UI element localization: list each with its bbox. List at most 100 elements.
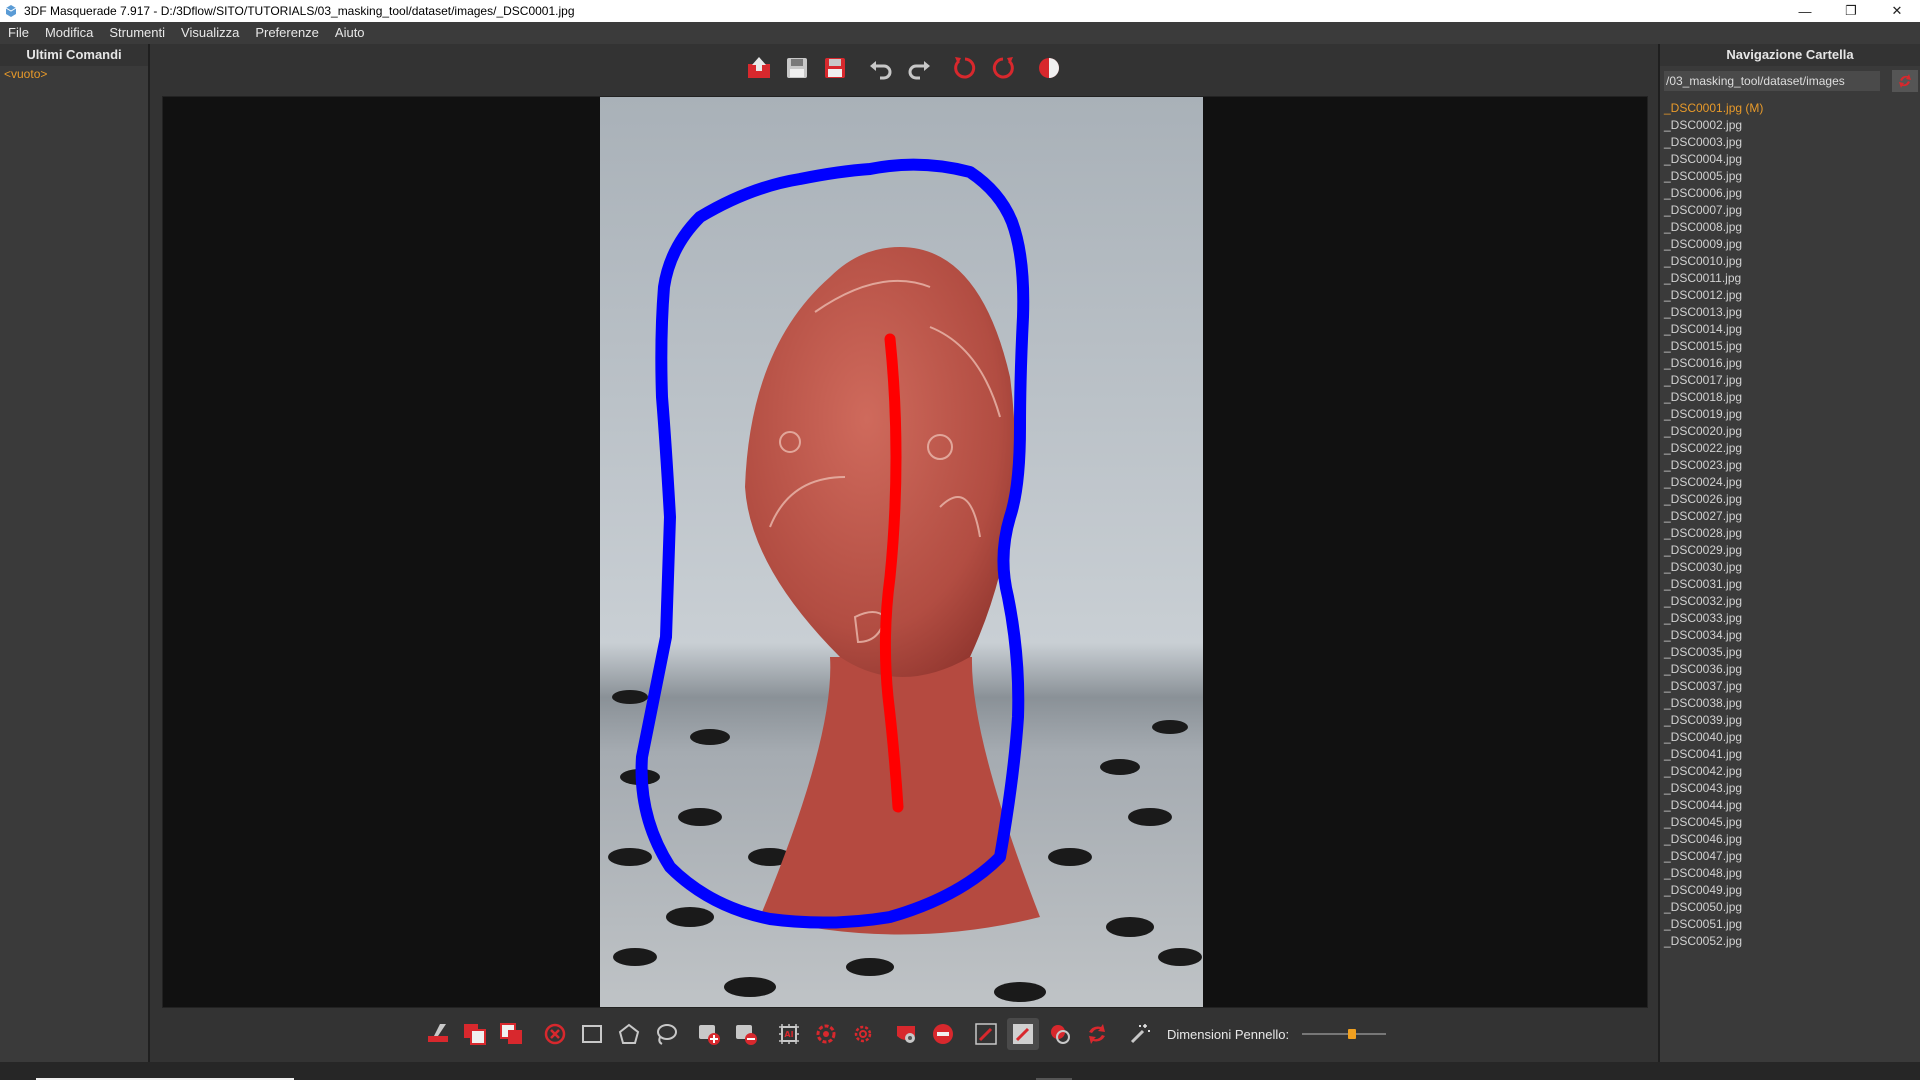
- masked-photo[interactable]: [600, 97, 1203, 1007]
- refresh-icon[interactable]: [1081, 1018, 1113, 1050]
- photo-canvas[interactable]: [600, 97, 1203, 1007]
- remove-stroke-icon[interactable]: [927, 1018, 959, 1050]
- file-list-item[interactable]: _DSC0020.jpg: [1664, 423, 1920, 440]
- file-list-item[interactable]: _DSC0034.jpg: [1664, 627, 1920, 644]
- rotate-right-icon[interactable]: [987, 52, 1019, 84]
- menu-modifica[interactable]: Modifica: [37, 22, 101, 44]
- file-list-item[interactable]: _DSC0046.jpg: [1664, 831, 1920, 848]
- file-list-item[interactable]: _DSC0040.jpg: [1664, 729, 1920, 746]
- contrast-icon[interactable]: [1033, 52, 1065, 84]
- file-list-item[interactable]: _DSC0018.jpg: [1664, 389, 1920, 406]
- bottom-toolbar: AI Dimensioni Pennello:: [150, 1012, 1658, 1056]
- magic-wand-icon[interactable]: [1124, 1018, 1156, 1050]
- add-region-icon[interactable]: [693, 1018, 725, 1050]
- file-list-item[interactable]: _DSC0023.jpg: [1664, 457, 1920, 474]
- lasso-icon[interactable]: [650, 1018, 682, 1050]
- file-list-item[interactable]: _DSC0039.jpg: [1664, 712, 1920, 729]
- file-list-item[interactable]: _DSC0038.jpg: [1664, 695, 1920, 712]
- redo-icon[interactable]: [903, 52, 935, 84]
- folder-path-field[interactable]: /03_masking_tool/dataset/images: [1664, 71, 1880, 91]
- file-list-item[interactable]: _DSC0008.jpg: [1664, 219, 1920, 236]
- file-list-item[interactable]: _DSC0004.jpg: [1664, 151, 1920, 168]
- recent-commands-empty: <vuoto>: [4, 67, 48, 81]
- file-list-item[interactable]: _DSC0009.jpg: [1664, 236, 1920, 253]
- file-list-item[interactable]: _DSC0030.jpg: [1664, 559, 1920, 576]
- file-list-item[interactable]: _DSC0011.jpg: [1664, 270, 1920, 287]
- rectangle-icon[interactable]: [576, 1018, 608, 1050]
- file-list-item[interactable]: _DSC0045.jpg: [1664, 814, 1920, 831]
- folder-navigation-panel: Navigazione Cartella /03_masking_tool/da…: [1658, 44, 1920, 1062]
- file-list-item[interactable]: _DSC0006.jpg: [1664, 185, 1920, 202]
- file-list-item[interactable]: _DSC0036.jpg: [1664, 661, 1920, 678]
- file-list-item[interactable]: _DSC0037.jpg: [1664, 678, 1920, 695]
- undo-icon[interactable]: [865, 52, 897, 84]
- file-list-item[interactable]: _DSC0016.jpg: [1664, 355, 1920, 372]
- file-list-item[interactable]: _DSC0042.jpg: [1664, 763, 1920, 780]
- file-list-item[interactable]: _DSC0007.jpg: [1664, 202, 1920, 219]
- file-list-item[interactable]: _DSC0047.jpg: [1664, 848, 1920, 865]
- brush-icon[interactable]: [970, 1018, 1002, 1050]
- file-list-item[interactable]: _DSC0044.jpg: [1664, 797, 1920, 814]
- close-icon[interactable]: ✕: [1874, 0, 1920, 22]
- file-list-item[interactable]: _DSC0012.jpg: [1664, 287, 1920, 304]
- menu-file[interactable]: File: [0, 22, 37, 44]
- file-list-item[interactable]: _DSC0031.jpg: [1664, 576, 1920, 593]
- remove-region-icon[interactable]: [730, 1018, 762, 1050]
- file-list-item[interactable]: _DSC0032.jpg: [1664, 593, 1920, 610]
- menu-aiuto[interactable]: Aiuto: [327, 22, 373, 44]
- file-list-item[interactable]: _DSC0017.jpg: [1664, 372, 1920, 389]
- file-list-item[interactable]: _DSC0014.jpg: [1664, 321, 1920, 338]
- subtract-mask-icon[interactable]: [496, 1018, 528, 1050]
- file-list-item[interactable]: _DSC0028.jpg: [1664, 525, 1920, 542]
- slider-thumb[interactable]: [1348, 1029, 1357, 1039]
- brush-active-icon[interactable]: [1006, 1018, 1039, 1050]
- file-list-item[interactable]: _DSC0013.jpg: [1664, 304, 1920, 321]
- menu-strumenti[interactable]: Strumenti: [101, 22, 173, 44]
- file-list-item[interactable]: _DSC0019.jpg: [1664, 406, 1920, 423]
- image-viewport[interactable]: [162, 96, 1648, 1008]
- minimize-icon[interactable]: —: [1782, 0, 1828, 22]
- file-list-item[interactable]: _DSC0026.jpg: [1664, 491, 1920, 508]
- fill-icon[interactable]: [1044, 1018, 1076, 1050]
- clear-mask-icon[interactable]: [422, 1018, 454, 1050]
- import-icon[interactable]: [743, 52, 775, 84]
- save-icon[interactable]: [781, 52, 813, 84]
- file-list-item[interactable]: _DSC0010.jpg: [1664, 253, 1920, 270]
- file-list-item[interactable]: _DSC0050.jpg: [1664, 899, 1920, 916]
- file-list-item[interactable]: _DSC0049.jpg: [1664, 882, 1920, 899]
- file-list-item[interactable]: _DSC0029.jpg: [1664, 542, 1920, 559]
- window-title: 3DF Masquerade 7.917 - D:/3Dflow/SITO/TU…: [24, 4, 575, 18]
- file-list-item[interactable]: _DSC0003.jpg: [1664, 134, 1920, 151]
- brush-size-slider[interactable]: [1302, 1025, 1387, 1043]
- cancel-icon[interactable]: [539, 1018, 571, 1050]
- file-list-item[interactable]: _DSC0001.jpg (M): [1664, 100, 1920, 117]
- slider-track: [1302, 1033, 1387, 1035]
- svg-text:AI: AI: [784, 1030, 793, 1039]
- file-list-item[interactable]: _DSC0024.jpg: [1664, 474, 1920, 491]
- file-list-item[interactable]: _DSC0022.jpg: [1664, 440, 1920, 457]
- file-list-item[interactable]: _DSC0041.jpg: [1664, 746, 1920, 763]
- settings-icon[interactable]: [810, 1018, 842, 1050]
- file-list-item[interactable]: _DSC0048.jpg: [1664, 865, 1920, 882]
- save-all-icon[interactable]: [819, 52, 851, 84]
- add-mask-icon[interactable]: [459, 1018, 491, 1050]
- refresh-folder-button[interactable]: [1892, 70, 1918, 92]
- file-list-item[interactable]: _DSC0052.jpg: [1664, 933, 1920, 950]
- file-list-item[interactable]: _DSC0033.jpg: [1664, 610, 1920, 627]
- menu-visualizza[interactable]: Visualizza: [173, 22, 247, 44]
- rotate-left-icon[interactable]: [949, 52, 981, 84]
- ai-mask-icon[interactable]: AI: [773, 1018, 805, 1050]
- file-list-item[interactable]: _DSC0035.jpg: [1664, 644, 1920, 661]
- gear-icon[interactable]: [847, 1018, 879, 1050]
- polygon-icon[interactable]: [613, 1018, 645, 1050]
- mask-settings-icon[interactable]: [890, 1018, 922, 1050]
- file-list-item[interactable]: _DSC0051.jpg: [1664, 916, 1920, 933]
- file-list-item[interactable]: _DSC0002.jpg: [1664, 117, 1920, 134]
- recent-commands-panel: Ultimi Comandi <vuoto>: [0, 44, 150, 1062]
- file-list-item[interactable]: _DSC0043.jpg: [1664, 780, 1920, 797]
- file-list-item[interactable]: _DSC0015.jpg: [1664, 338, 1920, 355]
- file-list-item[interactable]: _DSC0005.jpg: [1664, 168, 1920, 185]
- file-list-item[interactable]: _DSC0027.jpg: [1664, 508, 1920, 525]
- restore-icon[interactable]: ❐: [1828, 0, 1874, 22]
- menu-preferenze[interactable]: Preferenze: [247, 22, 327, 44]
